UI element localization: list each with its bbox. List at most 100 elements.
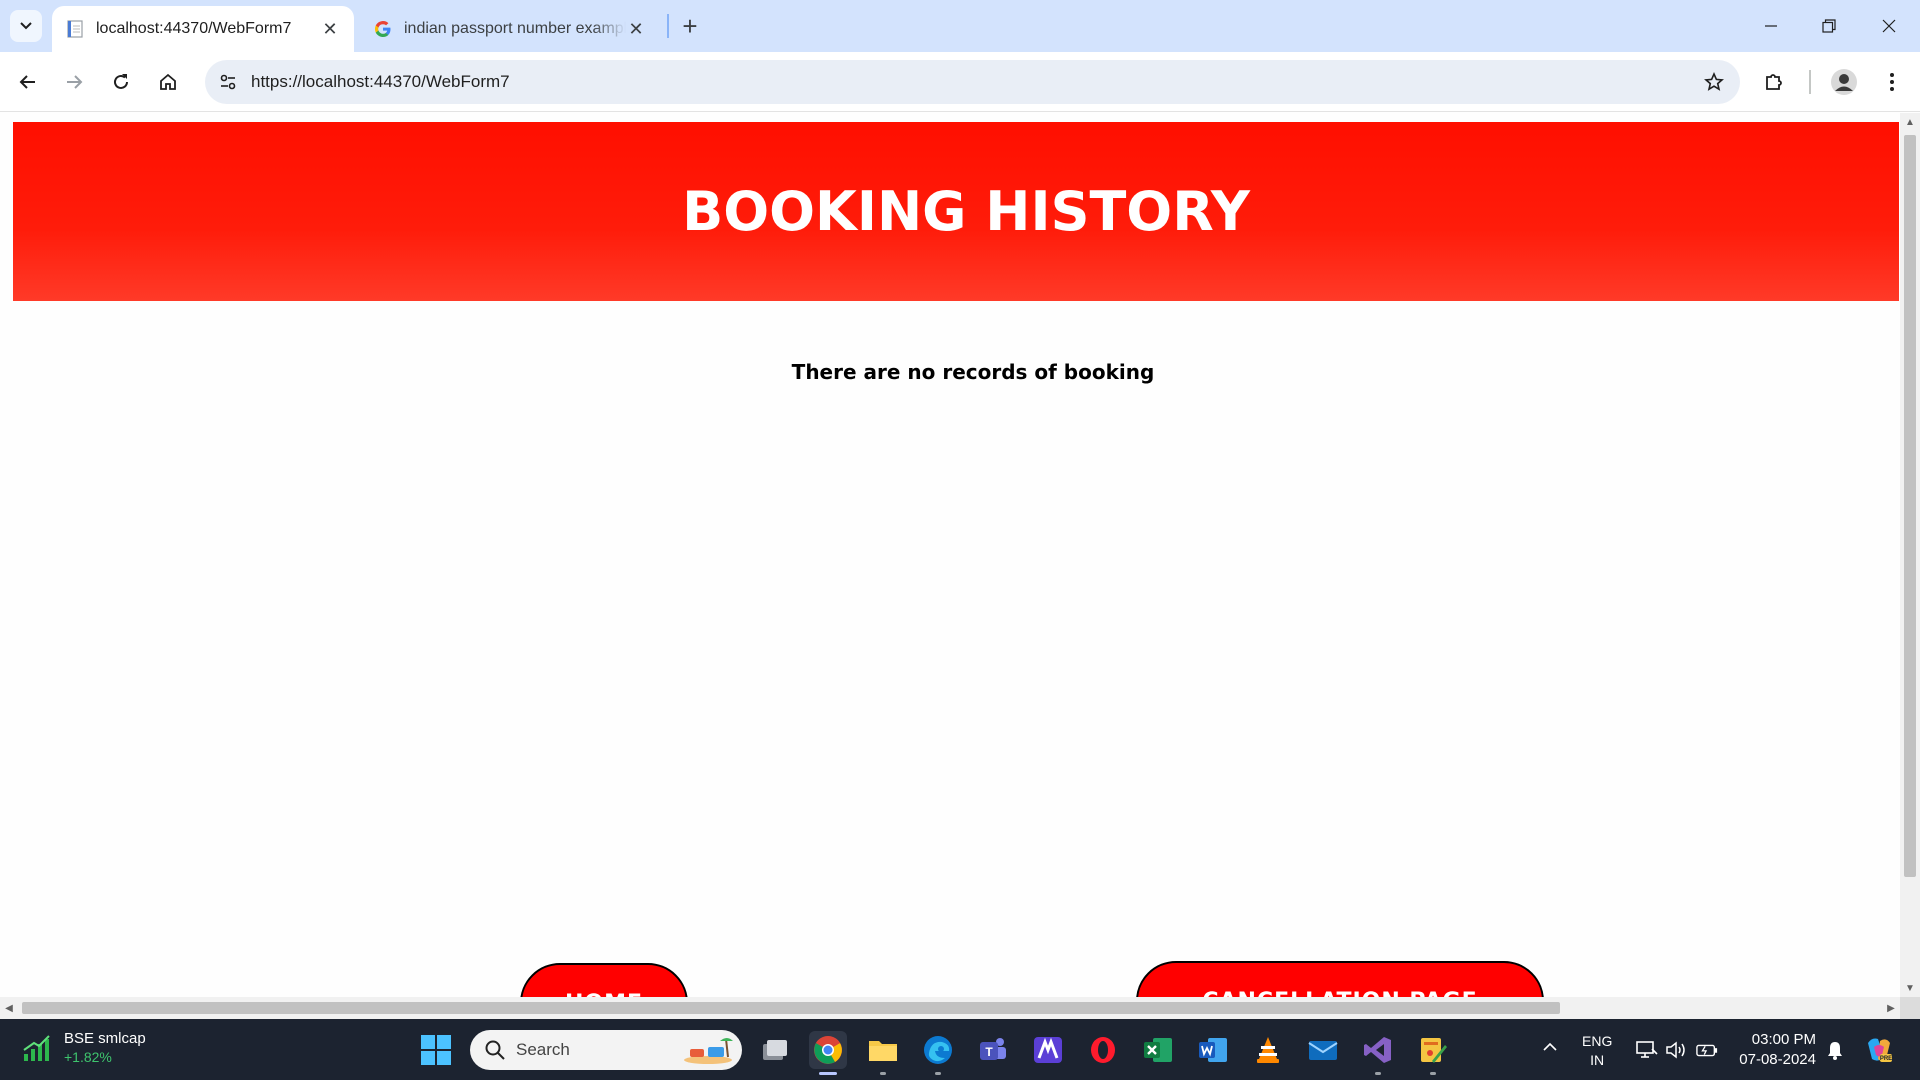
- mail-icon: [1308, 1041, 1338, 1060]
- widget-name: BSE smlcap: [64, 1030, 146, 1047]
- google-icon: [374, 20, 392, 38]
- taskbar-app-word[interactable]: [1194, 1031, 1232, 1069]
- minimize-icon: [1765, 25, 1777, 27]
- vertical-scroll-thumb[interactable]: [1904, 135, 1916, 877]
- folder-icon: [869, 1041, 897, 1061]
- task-view-button[interactable]: [756, 1031, 794, 1069]
- home-button[interactable]: [150, 64, 186, 100]
- back-button[interactable]: [10, 64, 46, 100]
- chrome-icon: [814, 1036, 842, 1064]
- scroll-left-icon[interactable]: ◀: [0, 997, 18, 1019]
- arrow-left-icon: [19, 75, 35, 89]
- taskbar-app-visual-studio[interactable]: [1359, 1031, 1397, 1075]
- horizontal-scrollbar[interactable]: ◀ ▶: [0, 997, 1900, 1019]
- windows-icon: [421, 1035, 451, 1065]
- word-icon: [1199, 1038, 1227, 1062]
- minimize-button[interactable]: [1742, 0, 1800, 52]
- address-bar[interactable]: https://localhost:44370/WebForm7: [205, 60, 1740, 104]
- page-icon: [66, 20, 84, 38]
- visual-studio-icon: [1364, 1037, 1391, 1063]
- paint-app-icon: [1421, 1038, 1447, 1063]
- toolbar-separator: [1809, 70, 1811, 94]
- restore-icon: [1822, 19, 1836, 33]
- reload-icon: [114, 74, 128, 89]
- bookmark-star-icon[interactable]: [1702, 70, 1726, 94]
- taskbar-search[interactable]: Search: [470, 1030, 742, 1070]
- taskbar-app-file-explorer[interactable]: [864, 1031, 902, 1075]
- profile-avatar[interactable]: [1826, 64, 1862, 100]
- stock-widget[interactable]: BSE smlcap +1.82%: [22, 1029, 146, 1067]
- extensions-button[interactable]: [1756, 64, 1792, 100]
- battery-icon[interactable]: [1696, 1039, 1718, 1061]
- vertical-scrollbar[interactable]: ▲ ▼: [1900, 113, 1920, 997]
- taskbar-app-paint[interactable]: [1414, 1031, 1452, 1075]
- home-page-button[interactable]: HOME: [520, 963, 688, 997]
- close-icon: [1882, 19, 1896, 33]
- stock-chart-icon: [23, 1035, 50, 1061]
- taskbar: BSE smlcap +1.82% Search T ENG IN 03:00 …: [0, 1019, 1920, 1080]
- taskbar-app-vlc[interactable]: [1249, 1031, 1287, 1069]
- empty-state-message: There are no records of booking: [791, 360, 1155, 384]
- tab-title: indian passport number example: [404, 20, 626, 37]
- page-viewport: BOOKING HISTORY There are no records of …: [0, 113, 1900, 997]
- network-icon[interactable]: [1636, 1039, 1658, 1061]
- scroll-right-icon[interactable]: ▶: [1882, 997, 1900, 1019]
- search-label: Search: [516, 1040, 570, 1059]
- scroll-down-icon[interactable]: ▼: [1900, 979, 1920, 997]
- forward-button[interactable]: [56, 64, 92, 100]
- language-indicator[interactable]: ENG IN: [1582, 1032, 1612, 1070]
- menu-button[interactable]: [1874, 64, 1910, 100]
- arrow-right-icon: [67, 75, 83, 89]
- puzzle-icon: [1766, 74, 1782, 90]
- taskbar-app-mail[interactable]: [1304, 1031, 1342, 1069]
- tab-search-button[interactable]: [10, 10, 42, 42]
- running-indicator: [880, 1072, 886, 1075]
- clock[interactable]: 03:00 PM 07-08-2024: [1728, 1030, 1816, 1070]
- scroll-up-icon[interactable]: ▲: [1900, 113, 1920, 131]
- page-title: BOOKING HISTORY: [682, 180, 1250, 243]
- site-info-icon[interactable]: [215, 69, 241, 95]
- taskbar-app-teams[interactable]: T: [974, 1031, 1012, 1069]
- teams-icon: T: [980, 1038, 1006, 1060]
- taskbar-app-edge[interactable]: [919, 1031, 957, 1075]
- reload-button[interactable]: [103, 64, 139, 100]
- clock-date: 07-08-2024: [1739, 1051, 1816, 1068]
- chevron-down-icon: [20, 22, 32, 30]
- show-hidden-icons-icon[interactable]: [1542, 1039, 1558, 1055]
- browser-toolbar: https://localhost:44370/WebForm7: [0, 52, 1920, 112]
- task-view-icon: [763, 1040, 787, 1060]
- edge-icon: [924, 1036, 952, 1064]
- tab-strip: localhost:44370/WebForm7 ✕ indian passpo…: [0, 0, 1920, 52]
- opera-icon: [1091, 1037, 1115, 1063]
- close-window-button[interactable]: [1860, 0, 1918, 52]
- taskbar-app-excel[interactable]: [1139, 1031, 1177, 1069]
- running-indicator: [1375, 1072, 1381, 1075]
- tab-title: localhost:44370/WebForm7: [96, 20, 292, 37]
- clock-time: 03:00 PM: [1751, 1031, 1816, 1048]
- notification-bell-icon[interactable]: [1824, 1039, 1846, 1061]
- taskbar-app-opera[interactable]: [1084, 1031, 1122, 1069]
- url-text[interactable]: https://localhost:44370/WebForm7: [251, 72, 510, 92]
- search-highlight-icon: [684, 1038, 733, 1064]
- close-tab-icon[interactable]: ✕: [320, 19, 340, 39]
- start-button[interactable]: [420, 1034, 452, 1066]
- new-tab-button[interactable]: +: [676, 11, 704, 41]
- close-tab-icon[interactable]: ✕: [626, 19, 646, 39]
- restore-button[interactable]: [1800, 0, 1858, 52]
- running-indicator: [819, 1072, 837, 1075]
- tab-inactive[interactable]: indian passport number example ✕: [360, 6, 660, 52]
- excel-icon: [1144, 1038, 1172, 1062]
- copilot-icon[interactable]: PRE: [1864, 1035, 1894, 1065]
- home-icon: [160, 73, 176, 90]
- volume-icon[interactable]: [1665, 1039, 1687, 1061]
- running-indicator: [1430, 1072, 1436, 1075]
- taskbar-app-chrome[interactable]: [809, 1031, 847, 1075]
- horizontal-scroll-thumb[interactable]: [22, 1002, 1560, 1014]
- avatar-icon: [1831, 69, 1857, 95]
- language-code: ENG: [1582, 1033, 1613, 1049]
- running-indicator: [935, 1072, 941, 1075]
- app-m-icon: [1034, 1037, 1062, 1063]
- cancellation-page-button[interactable]: CANCELLATION PAGE: [1136, 961, 1544, 997]
- taskbar-app-m[interactable]: [1029, 1031, 1067, 1069]
- tab-active[interactable]: localhost:44370/WebForm7 ✕: [52, 6, 354, 52]
